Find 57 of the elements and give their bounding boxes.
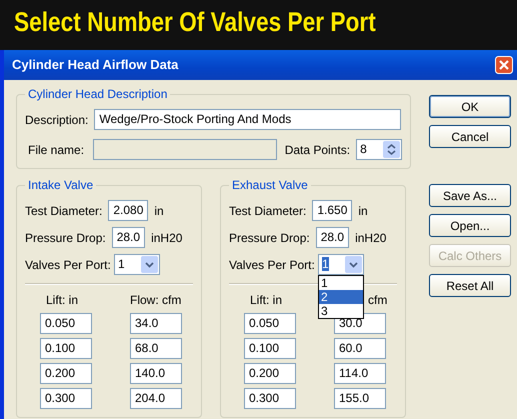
field-label: Test Diameter:: [25, 202, 102, 220]
window-title: Cylinder Head Airflow Data: [12, 56, 178, 74]
spin-arrows-icon[interactable]: [387, 143, 396, 156]
column-header: Lift: in: [46, 292, 78, 309]
field-label: Data Points:: [284, 142, 350, 158]
dialog-button[interactable]: OK: [429, 95, 511, 118]
lift-field[interactable]: 0.100: [40, 338, 92, 359]
field-label: Valves Per Port:: [25, 256, 108, 274]
flow-field[interactable]: 68.0: [130, 338, 182, 359]
dropdown-option[interactable]: 1: [319, 276, 363, 290]
unit-label: inH20: [355, 230, 388, 246]
pressure-drop-field[interactable]: 28.0: [316, 227, 350, 248]
lift-field[interactable]: 0.200: [40, 363, 92, 384]
column-header: Flow: cfm: [130, 292, 182, 309]
dialog-button[interactable]: Reset All: [429, 274, 511, 297]
group-title: Exhaust Valve: [229, 178, 311, 192]
field-label: Pressure Drop:: [25, 230, 106, 246]
lift-field[interactable]: 0.200: [244, 363, 296, 384]
valves-per-port-dropdown[interactable]: 1: [318, 254, 364, 275]
flow-field[interactable]: 204.0: [130, 388, 182, 409]
column-header: Lift: in: [250, 292, 282, 309]
file-name-field[interactable]: [92, 139, 277, 160]
lift-field[interactable]: 0.100: [244, 338, 296, 359]
unit-label: in: [154, 202, 165, 220]
lift-field[interactable]: 0.300: [244, 388, 296, 409]
unit-label: in: [358, 202, 369, 220]
test-diameter-field[interactable]: 1.650: [312, 200, 352, 221]
caret-icon[interactable]: [349, 262, 358, 268]
flow-field[interactable]: 140.0: [130, 363, 182, 384]
group-title: Cylinder Head Description: [25, 87, 170, 101]
unit-label: inH20: [151, 230, 184, 246]
field-label: Test Diameter:: [229, 202, 306, 220]
group-title: Intake Valve: [25, 178, 96, 192]
flow-field[interactable]: 155.0: [334, 388, 386, 409]
close-icon[interactable]: [495, 56, 513, 74]
lift-field[interactable]: 0.050: [40, 313, 92, 334]
flow-field[interactable]: 60.0: [334, 338, 386, 359]
field-label: Valves Per Port:: [229, 256, 312, 274]
flow-field[interactable]: 114.0: [334, 363, 386, 384]
dialog-button[interactable]: Save As...: [429, 184, 511, 207]
field-label: Pressure Drop:: [229, 230, 310, 246]
banner-title: Select Number Of Valves Per Port: [14, 6, 376, 38]
field-label: Description:: [25, 112, 88, 128]
flow-field[interactable]: 34.0: [130, 313, 182, 334]
caret-icon[interactable]: [145, 262, 154, 268]
dropdown-option[interactable]: 2: [319, 290, 363, 304]
column-header: cfm: [368, 292, 388, 309]
description-field[interactable]: Wedge/Pro-Stock Porting And Mods: [94, 109, 402, 130]
valves-per-port-dropdown[interactable]: 1: [114, 254, 160, 275]
test-diameter-field[interactable]: 2.080: [108, 200, 148, 221]
data-points-spinner[interactable]: 8: [356, 139, 402, 160]
dialog-button[interactable]: Cancel: [429, 125, 511, 148]
field-label: File name:: [27, 142, 86, 158]
lift-field[interactable]: 0.050: [244, 313, 296, 334]
dialog-button[interactable]: Open...: [429, 214, 511, 237]
lift-field[interactable]: 0.300: [40, 388, 92, 409]
pressure-drop-field[interactable]: 28.0: [112, 227, 146, 248]
